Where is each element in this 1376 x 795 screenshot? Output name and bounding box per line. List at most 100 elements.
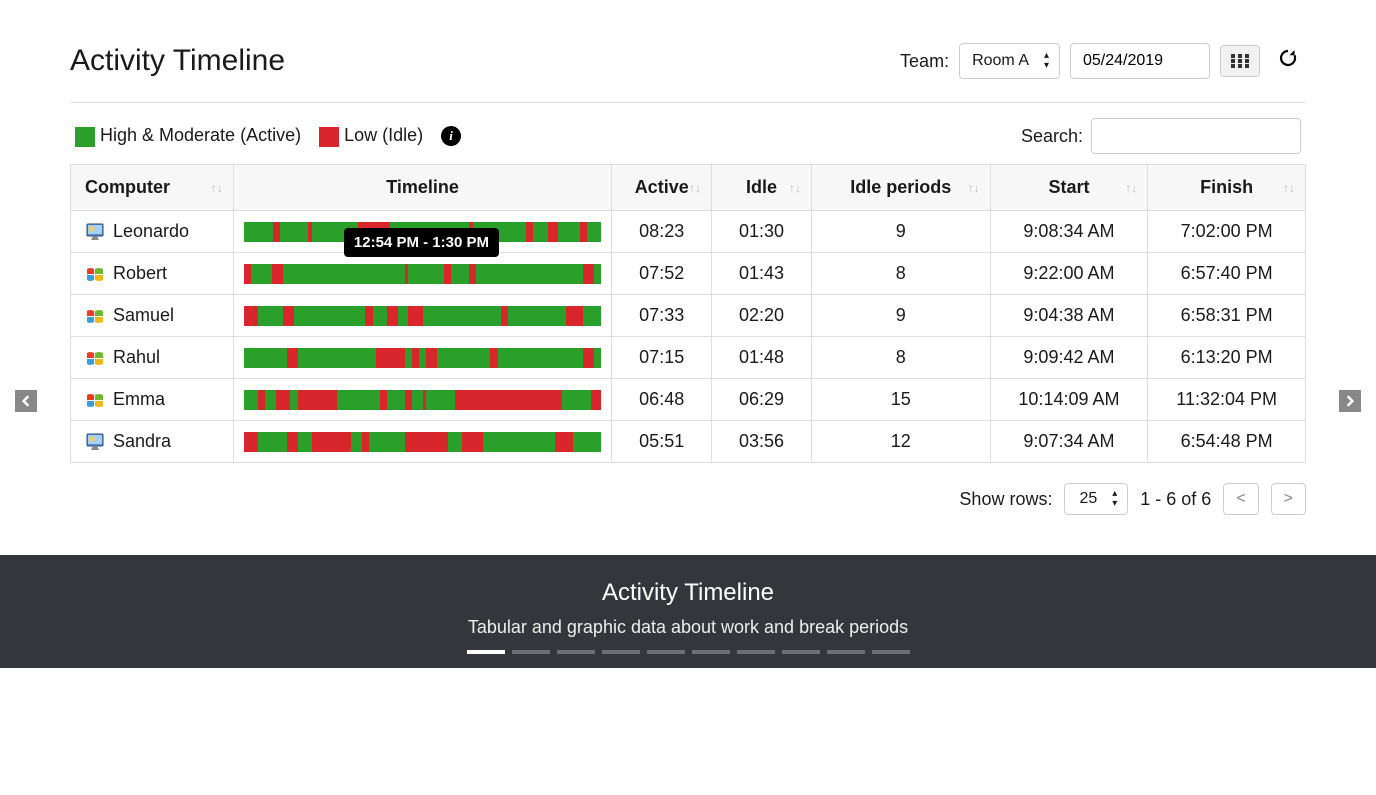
timeline-segment-active[interactable] [483,432,554,452]
carousel-dot[interactable] [602,650,640,654]
timeline-segment-active[interactable] [258,306,283,326]
carousel-dot[interactable] [782,650,820,654]
timeline-segment-idle[interactable] [298,390,337,410]
timeline-segment-idle[interactable] [312,432,351,452]
timeline-segment-active[interactable] [419,348,426,368]
timeline-segment-idle[interactable] [380,390,387,410]
timeline-segment-active[interactable] [280,222,309,242]
timeline-segment-active[interactable] [373,306,387,326]
carousel-dot[interactable] [647,650,685,654]
col-finish[interactable]: Finish↑↓ [1148,165,1306,211]
carousel-dot[interactable] [827,650,865,654]
timeline-segment-idle[interactable] [555,432,573,452]
timeline-segment-idle[interactable] [444,264,451,284]
timeline-segment-active[interactable] [244,390,258,410]
timeline-segment-idle[interactable] [405,432,448,452]
carousel-prev-button[interactable] [15,390,37,412]
col-start[interactable]: Start↑↓ [990,165,1148,211]
timeline-segment-active[interactable] [594,264,601,284]
timeline-segment-active[interactable] [451,264,469,284]
timeline-segment-idle[interactable] [426,348,437,368]
carousel-dot[interactable] [512,650,550,654]
timeline-segment-idle[interactable] [362,432,369,452]
rows-per-page-dropdown[interactable]: 25 ▴▾ [1064,483,1128,515]
timeline-segment-idle[interactable] [580,222,587,242]
carousel-next-button[interactable] [1339,390,1361,412]
timeline-segment-active[interactable] [476,264,583,284]
timeline-segment-active[interactable] [265,390,276,410]
timeline-segment-active[interactable] [587,222,601,242]
timeline-segment-active[interactable] [290,390,297,410]
timeline-segment-active[interactable] [573,432,602,452]
timeline-segment-idle[interactable] [566,306,584,326]
timeline-segment-idle[interactable] [387,306,398,326]
timeline-segment-active[interactable] [337,390,380,410]
timeline-segment-idle[interactable] [583,348,594,368]
timeline-segment-active[interactable] [294,306,365,326]
timeline-segment-idle[interactable] [287,432,298,452]
timeline-segment-idle[interactable] [501,306,508,326]
carousel-dot[interactable] [467,650,505,654]
timeline-segment-idle[interactable] [276,390,290,410]
col-idle[interactable]: Idle↑↓ [712,165,812,211]
team-dropdown[interactable]: Room A ▴▾ [959,43,1060,79]
timeline-segment-idle[interactable] [455,390,562,410]
timeline-segment-active[interactable] [387,390,405,410]
col-idle-periods[interactable]: Idle periods↑↓ [811,165,990,211]
timeline-segment-active[interactable] [258,432,287,452]
next-page-button[interactable]: > [1271,483,1306,515]
timeline-segment-active[interactable] [533,222,547,242]
timeline-segment-active[interactable] [298,348,377,368]
timeline-segment-active[interactable] [369,432,405,452]
timeline-segment-idle[interactable] [376,348,405,368]
timeline-segment-active[interactable] [423,306,502,326]
timeline-segment-idle[interactable] [469,264,476,284]
timeline-segment-idle[interactable] [244,432,258,452]
carousel-dot[interactable] [737,650,775,654]
timeline-segment-idle[interactable] [273,222,280,242]
timeline-segment-active[interactable] [251,264,272,284]
timeline-segment-idle[interactable] [365,306,372,326]
timeline-segment-active[interactable] [594,348,601,368]
timeline-segment-active[interactable] [412,390,423,410]
timeline-segment-idle[interactable] [591,390,602,410]
carousel-dot[interactable] [872,650,910,654]
carousel-dot[interactable] [692,650,730,654]
timeline-segment-active[interactable] [244,348,287,368]
timeline-segment-active[interactable] [408,264,444,284]
timeline-segment-active[interactable] [448,432,462,452]
timeline-segment-idle[interactable] [408,306,422,326]
timeline-segment-active[interactable] [351,432,362,452]
timeline-segment-idle[interactable] [462,432,483,452]
timeline-segment-idle[interactable] [583,264,594,284]
timeline-segment-idle[interactable] [272,264,283,284]
info-icon[interactable]: i [441,126,461,146]
timeline-segment-active[interactable] [398,306,409,326]
search-input[interactable] [1091,118,1301,154]
timeline-segment-active[interactable] [508,306,565,326]
timeline-segment-active[interactable] [283,264,405,284]
col-computer[interactable]: Computer↑↓ [71,165,234,211]
timeline-segment-active[interactable] [298,432,312,452]
refresh-button[interactable] [1270,40,1306,82]
timeline-segment-active[interactable] [583,306,601,326]
timeline-segment-active[interactable] [498,348,584,368]
timeline-segment-active[interactable] [558,222,579,242]
timeline-segment-active[interactable] [562,390,591,410]
timeline-segment-active[interactable] [426,390,455,410]
timeline-segment-idle[interactable] [490,348,497,368]
date-input[interactable] [1070,43,1210,79]
timeline-segment-idle[interactable] [412,348,419,368]
grid-view-button[interactable] [1220,45,1260,77]
timeline-segment-idle[interactable] [548,222,559,242]
timeline-segment-idle[interactable] [244,306,258,326]
timeline-segment-active[interactable] [405,348,412,368]
timeline-segment-active[interactable] [437,348,491,368]
col-active[interactable]: Active↑↓ [612,165,712,211]
timeline-segment-idle[interactable] [287,348,298,368]
timeline-segment-idle[interactable] [526,222,533,242]
carousel-dot[interactable] [557,650,595,654]
timeline-segment-active[interactable] [244,222,273,242]
timeline-segment-idle[interactable] [405,390,412,410]
prev-page-button[interactable]: < [1223,483,1258,515]
